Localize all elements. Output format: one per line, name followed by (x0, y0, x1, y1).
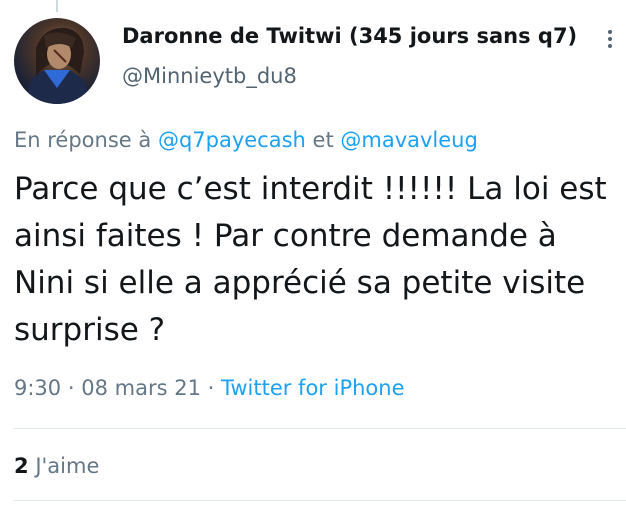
meta-separator: · (67, 376, 75, 400)
divider (14, 500, 626, 501)
mention-link[interactable]: @mavavleug (340, 128, 477, 152)
meta-separator: · (207, 376, 215, 400)
likes-count: 2 (14, 454, 29, 478)
tweet-date[interactable]: 08 mars 21 (81, 376, 201, 400)
mention-link[interactable]: @q7payecash (158, 128, 306, 152)
likes-stat[interactable]: 2 J'aime (14, 454, 99, 478)
display-name[interactable]: Daronne de Twitwi (345 jours sans q7) (122, 24, 577, 48)
tweet-text: Parce que c’est interdit !!!!!! La loi e… (14, 171, 607, 348)
avatar-illustration-icon (24, 27, 92, 104)
avatar[interactable] (14, 18, 100, 104)
thread-connector-line (56, 0, 58, 12)
more-options-icon[interactable] (600, 26, 620, 52)
reply-conjunction: et (312, 128, 334, 152)
reply-context: En réponse à @q7payecash et @mavavleug (14, 128, 478, 152)
divider (14, 428, 626, 429)
likes-label: J'aime (35, 454, 100, 478)
tweet-source-link[interactable]: Twitter for iPhone (221, 376, 405, 400)
tweet-time[interactable]: 9:30 (14, 376, 61, 400)
tweet-meta: 9:30 · 08 mars 21 · Twitter for iPhone (14, 376, 405, 400)
user-handle[interactable]: @Minnieytb_du8 (122, 64, 297, 88)
reply-prefix: En réponse à (14, 128, 152, 152)
